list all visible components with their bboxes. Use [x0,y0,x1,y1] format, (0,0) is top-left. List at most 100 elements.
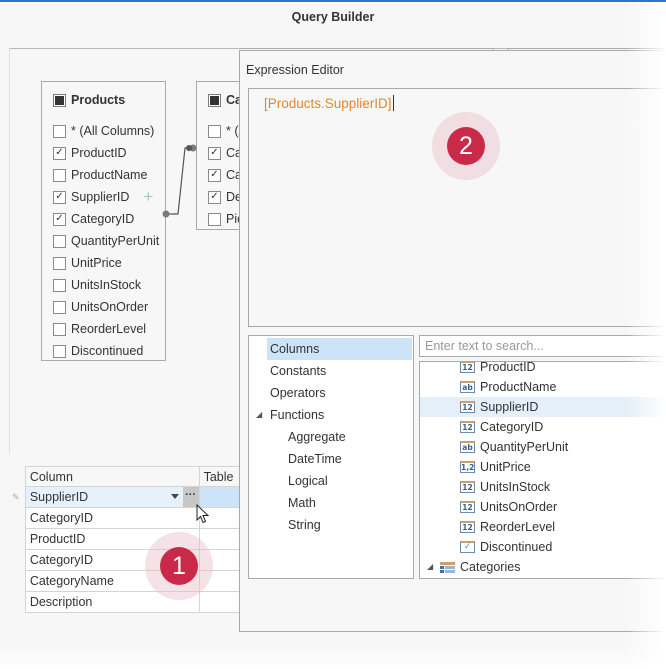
checkbox-unchecked[interactable] [53,256,66,270]
table-column-item[interactable]: Discontinued [42,340,165,362]
checkbox-checked[interactable]: ✓ [208,168,221,182]
checkbox-unchecked[interactable] [53,300,66,314]
table-column-item[interactable]: UnitsInStock [42,274,165,296]
column-label: ProductID [71,146,127,160]
checkbox-unchecked[interactable] [53,344,66,358]
dropdown-arrow-icon[interactable] [170,494,179,499]
expression-text[interactable]: [Products.SupplierID] [264,95,394,111]
category-label: Constants [270,364,327,378]
table-node-label: Categories [460,560,521,574]
text-caret [392,95,394,111]
category-label: Aggregate [288,430,346,444]
checkbox-checked[interactable]: ✓ [53,212,66,226]
checkbox-checked[interactable]: ✓ [208,190,221,204]
step-badge-1-halo: 1 [145,532,213,600]
field-item[interactable]: 1,2 UnitPrice [420,457,666,477]
field-item[interactable]: 12 UnitsOnOrder [420,497,666,517]
table-column-item[interactable]: ✓ SupplierID + [42,186,165,208]
column-label: Discontinued [71,344,144,358]
table-column-item[interactable]: ProductName [42,164,165,186]
table-column-item[interactable]: ReorderLevel [42,318,165,340]
grid-row[interactable]: CategoryName [9,571,249,592]
row-indicator-header [9,466,26,487]
table-select-checkbox[interactable] [208,93,221,107]
grid-row[interactable]: Description [9,592,249,613]
category-item[interactable]: Operators [249,382,409,404]
field-search-input[interactable]: Enter text to search... [419,335,666,357]
field-label: ProductName [480,380,557,394]
field-label: SupplierID [480,400,539,414]
checkbox-checked[interactable]: ✓ [53,190,66,204]
grid-cell-column[interactable]: CategoryID [25,508,200,529]
field-list[interactable]: 12 ProductID ab ProductName 12 SupplierID 12 Ca… [419,361,666,579]
table-column-item[interactable]: ✓ ProductID [42,142,165,164]
category-item[interactable]: Constants [249,360,409,382]
edit-pencil-icon: ✎ [9,487,26,508]
grid-header-row: Column Table [9,466,249,487]
step-badge-2-halo: 2 [432,112,500,180]
checkbox-unchecked[interactable] [208,212,221,226]
column-label: UnitsOnOrder [71,300,149,314]
field-item[interactable]: 12 ReorderLevel [420,517,666,537]
category-item[interactable]: Functions ◢ [249,404,409,426]
field-label: ProductID [480,361,536,374]
editor-title: Expression Editor [246,63,344,77]
field-item[interactable]: 12 CategoryID [420,417,666,437]
cell-value: ProductID [29,532,86,546]
checkbox-unchecked[interactable] [53,234,66,248]
plus-icon[interactable]: + [143,188,153,205]
field-item[interactable]: 12 ProductID [420,361,666,377]
field-item[interactable]: ab ProductName [420,377,666,397]
numeric-field-icon: 12 [460,421,475,433]
table-column-item[interactable]: * (All Columns) [42,120,165,142]
cell-value: CategoryName [29,574,114,588]
column-label: UnitsInStock [71,278,142,292]
table-column-item[interactable]: QuantityPerUnit [42,230,165,252]
table-column-item[interactable]: ✓ CategoryID [42,208,165,230]
row-indicator [9,592,26,613]
checkbox-unchecked[interactable] [53,322,66,336]
checkbox-checked[interactable]: ✓ [208,146,221,160]
grid-row[interactable]: CategoryID [9,508,249,529]
checkbox-checked[interactable]: ✓ [53,146,66,160]
category-tree[interactable]: Columns Constants Operators Functions ◢ Aggre… [248,335,414,579]
checkbox-unchecked[interactable] [208,124,221,138]
row-indicator [9,529,26,550]
grid-row[interactable]: ProductID [9,529,249,550]
category-item[interactable]: Columns [267,338,412,360]
checkbox-unchecked[interactable] [53,124,66,138]
decimal-field-icon: 1,2 [460,461,475,473]
field-item[interactable]: ✓ Discontinued [420,537,666,557]
checkbox-unchecked[interactable] [53,278,66,292]
category-item[interactable]: DateTime [249,448,409,470]
grid-row[interactable]: CategoryID [9,550,249,571]
table-select-checkbox[interactable] [53,93,66,107]
field-item[interactable]: ab QuantityPerUnit [420,437,666,457]
field-label: UnitPrice [480,460,531,474]
string-field-icon: ab [460,441,475,453]
table-column-item[interactable]: UnitPrice [42,252,165,274]
expand-arrow-icon[interactable]: ◢ [256,404,262,426]
numeric-field-icon: 12 [460,401,475,413]
checkbox-unchecked[interactable] [53,168,66,182]
column-label: UnitPrice [71,256,122,270]
field-item[interactable]: 12 SupplierID [420,397,666,417]
table-box-products[interactable]: Products * (All Columns) ✓ ProductID Produc… [41,81,166,361]
column-header-column[interactable]: Column [25,466,200,487]
table-node[interactable]: ◢ Categories [420,557,666,577]
table-header[interactable]: Products [53,90,165,110]
category-label: Logical [288,474,328,488]
grid-cell-column[interactable]: SupplierID ··· [25,487,200,508]
table-column-item[interactable]: UnitsOnOrder [42,296,165,318]
category-item[interactable]: Aggregate [249,426,409,448]
column-label: QuantityPerUnit [71,234,160,248]
table-name: Products [71,93,126,107]
category-item[interactable]: Math [249,492,409,514]
column-label: * (All Columns) [71,124,155,138]
field-item[interactable]: 12 UnitsInStock [420,477,666,497]
category-item[interactable]: String [249,514,409,536]
expand-arrow-icon[interactable]: ◢ [427,557,433,577]
category-item[interactable]: Logical [249,470,409,492]
grid-row[interactable]: ✎ SupplierID ··· [9,487,249,508]
category-label: String [288,518,321,532]
